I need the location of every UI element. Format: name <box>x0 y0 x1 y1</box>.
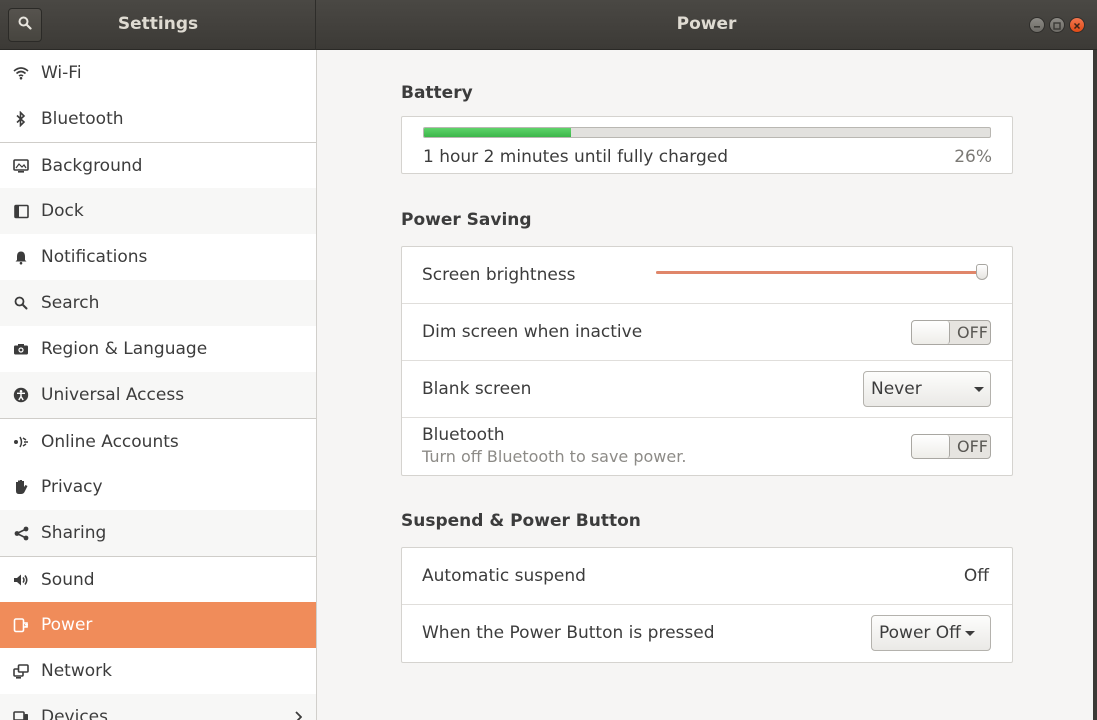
power-panel: Battery 1 hour 2 minutes until fully cha… <box>317 50 1093 720</box>
sidebar-item-background[interactable]: Background <box>0 142 316 188</box>
power-button-row: When the Power Button is pressed Power O… <box>402 605 1012 662</box>
screen-brightness-label: Screen brightness <box>422 265 576 285</box>
sidebar-item-power[interactable]: Power <box>0 602 316 648</box>
sidebar-item-label: Background <box>41 155 143 176</box>
slider-handle[interactable] <box>976 264 988 280</box>
maximize-icon <box>1053 15 1061 35</box>
sidebar: Wi-Fi Bluetooth Background Dock Notifica… <box>0 50 317 720</box>
blank-screen-label: Blank screen <box>422 379 532 399</box>
sidebar-item-label: Search <box>41 293 100 313</box>
automatic-suspend-value: Off <box>963 566 989 586</box>
switch-knob <box>912 321 950 344</box>
power-button-label: When the Power Button is pressed <box>422 623 715 643</box>
panel-title: Power <box>676 14 737 34</box>
sidebar-item-label: Universal Access <box>41 385 185 405</box>
power-button-dropdown[interactable]: Power Off <box>871 615 991 651</box>
sidebar-item-network[interactable]: Network <box>0 648 316 694</box>
sidebar-item-label: Wi-Fi <box>41 63 82 83</box>
sidebar-item-label: Region & Language <box>41 339 208 359</box>
sidebar-item-notifications[interactable]: Notifications <box>0 234 316 280</box>
bluetooth-label: Bluetooth <box>422 425 505 445</box>
sidebar-item-sound[interactable]: Sound <box>0 556 316 602</box>
minimize-icon <box>1033 15 1041 35</box>
close-icon <box>1073 15 1081 35</box>
screen-brightness-row: Screen brightness <box>402 247 1012 304</box>
sidebar-item-label: Notifications <box>41 247 148 267</box>
screen-brightness-slider[interactable] <box>656 264 988 280</box>
bluetooth-row: Bluetooth Turn off Bluetooth to save pow… <box>402 418 1012 475</box>
slider-fill <box>656 271 982 274</box>
suspend-section-title: Suspend & Power Button <box>401 511 641 531</box>
speaker-icon <box>12 571 30 589</box>
accessibility-icon <box>12 386 30 404</box>
sidebar-item-label: Privacy <box>41 477 103 497</box>
dim-screen-row: Dim screen when inactive OFF <box>402 304 1012 361</box>
suspend-frame: Automatic suspend Off When the Power But… <box>401 547 1013 663</box>
power-icon <box>12 616 30 634</box>
switch-state: OFF <box>957 323 988 342</box>
sidebar-item-devices[interactable]: Devices <box>0 694 316 720</box>
hand-icon <box>12 478 30 496</box>
devices-icon <box>12 708 30 720</box>
camera-icon <box>12 340 30 358</box>
sidebar-item-label: Bluetooth <box>41 109 124 129</box>
bluetooth-sublabel: Turn off Bluetooth to save power. <box>422 447 687 466</box>
sidebar-item-label: Sound <box>41 569 95 590</box>
sidebar-item-sharing[interactable]: Sharing <box>0 510 316 556</box>
dropdown-value: Never <box>871 379 922 399</box>
switch-knob <box>912 435 950 458</box>
power-saving-section-title: Power Saving <box>401 210 532 230</box>
network-icon <box>12 662 30 680</box>
dim-screen-label: Dim screen when inactive <box>422 322 643 342</box>
window-border <box>1093 50 1097 720</box>
sidebar-item-label: Power <box>41 615 93 635</box>
sidebar-item-label: Network <box>41 661 112 681</box>
bluetooth-switch[interactable]: OFF <box>911 434 991 459</box>
minimize-button[interactable] <box>1029 17 1045 33</box>
dock-icon <box>12 202 30 220</box>
sidebar-item-bluetooth[interactable]: Bluetooth <box>0 96 316 142</box>
battery-level-bar <box>423 127 991 138</box>
search-icon <box>12 294 30 312</box>
online-accounts-icon <box>12 433 30 451</box>
sidebar-item-online-accounts[interactable]: Online Accounts <box>0 418 316 464</box>
battery-status-text: 1 hour 2 minutes until fully charged <box>423 147 729 167</box>
sidebar-item-region-language[interactable]: Region & Language <box>0 326 316 372</box>
header-bar: Settings Power <box>0 0 1097 50</box>
blank-screen-dropdown[interactable]: Never <box>863 371 991 407</box>
sidebar-item-wifi[interactable]: Wi-Fi <box>0 50 316 96</box>
close-button[interactable] <box>1069 17 1085 33</box>
switch-state: OFF <box>957 437 988 456</box>
dim-screen-switch[interactable]: OFF <box>911 320 991 345</box>
sidebar-item-universal-access[interactable]: Universal Access <box>0 372 316 418</box>
wifi-icon <box>12 64 30 82</box>
power-saving-frame: Screen brightness Dim screen when inacti… <box>401 246 1013 476</box>
sidebar-item-privacy[interactable]: Privacy <box>0 464 316 510</box>
dropdown-value: Power Off <box>879 623 961 643</box>
dropdown-arrow-icon <box>964 630 975 636</box>
battery-section-title: Battery <box>401 83 473 103</box>
sidebar-item-label: Sharing <box>41 523 107 543</box>
sidebar-item-label: Devices <box>41 707 108 720</box>
automatic-suspend-row[interactable]: Automatic suspend Off <box>402 548 1012 605</box>
dropdown-arrow-icon <box>974 386 984 392</box>
chevron-right-icon <box>294 708 303 720</box>
bluetooth-icon <box>12 110 30 128</box>
background-icon <box>12 157 30 175</box>
bell-icon <box>12 248 30 266</box>
automatic-suspend-label: Automatic suspend <box>422 566 586 586</box>
sidebar-item-label: Dock <box>41 201 84 221</box>
window-controls <box>1029 17 1085 33</box>
battery-frame: 1 hour 2 minutes until fully charged 26% <box>401 116 1013 174</box>
sidebar-item-dock[interactable]: Dock <box>0 188 316 234</box>
share-icon <box>12 524 30 542</box>
battery-percent: 26% <box>954 147 992 167</box>
sidebar-item-search[interactable]: Search <box>0 280 316 326</box>
sidebar-header: Settings <box>0 0 316 50</box>
maximize-button[interactable] <box>1049 17 1065 33</box>
sidebar-title: Settings <box>117 14 199 34</box>
blank-screen-row: Blank screen Never <box>402 361 1012 418</box>
battery-level-fill <box>424 128 572 137</box>
sidebar-item-label: Online Accounts <box>41 431 179 452</box>
